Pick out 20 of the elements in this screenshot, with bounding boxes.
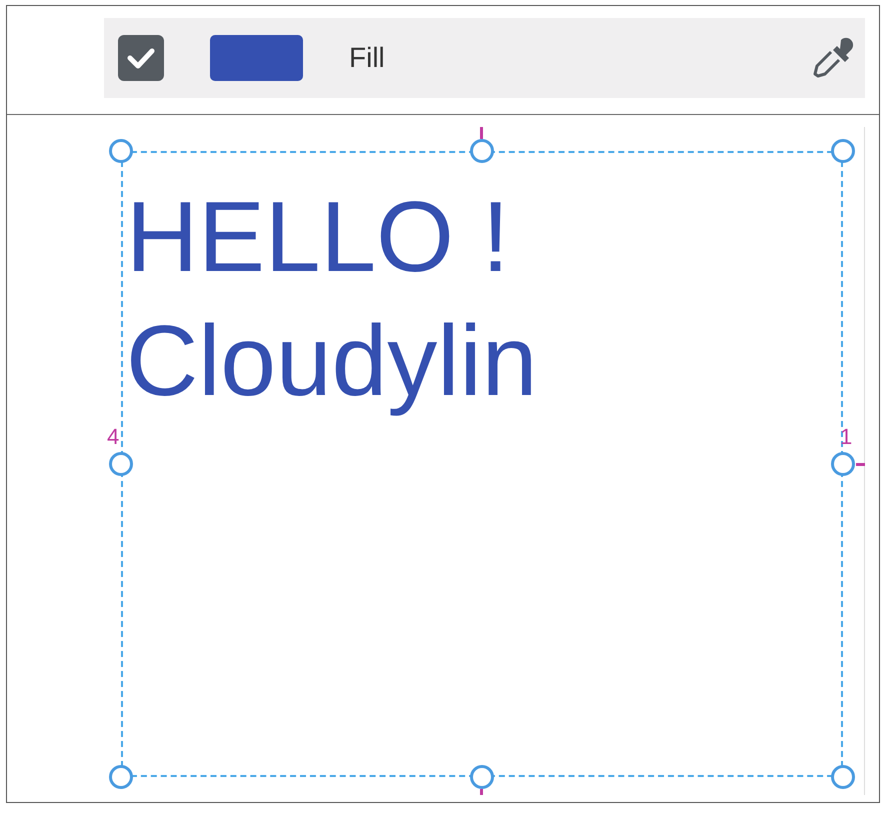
checkbox[interactable] [118,35,164,81]
resize-handle[interactable] [831,139,855,163]
resize-handle[interactable] [109,139,133,163]
dimension-label: 4 [107,425,120,449]
text-line: Cloudylin [126,304,538,419]
resize-handle[interactable] [109,765,133,789]
dimension-label: 1 [840,425,852,449]
resize-handle[interactable] [470,765,494,789]
fill-label: Fill [349,41,385,75]
resize-handle[interactable] [831,765,855,789]
resize-handle[interactable] [470,139,494,163]
eyedropper-icon[interactable] [811,36,855,80]
resize-handle[interactable] [109,452,133,476]
guide-tick [480,789,483,795]
color-swatch[interactable] [210,35,303,81]
checkmark-icon [127,47,155,69]
guide-tick [480,127,483,139]
text-line: HELLO ! [126,180,510,295]
guide-tick [856,463,865,466]
resize-handle[interactable] [831,452,855,476]
